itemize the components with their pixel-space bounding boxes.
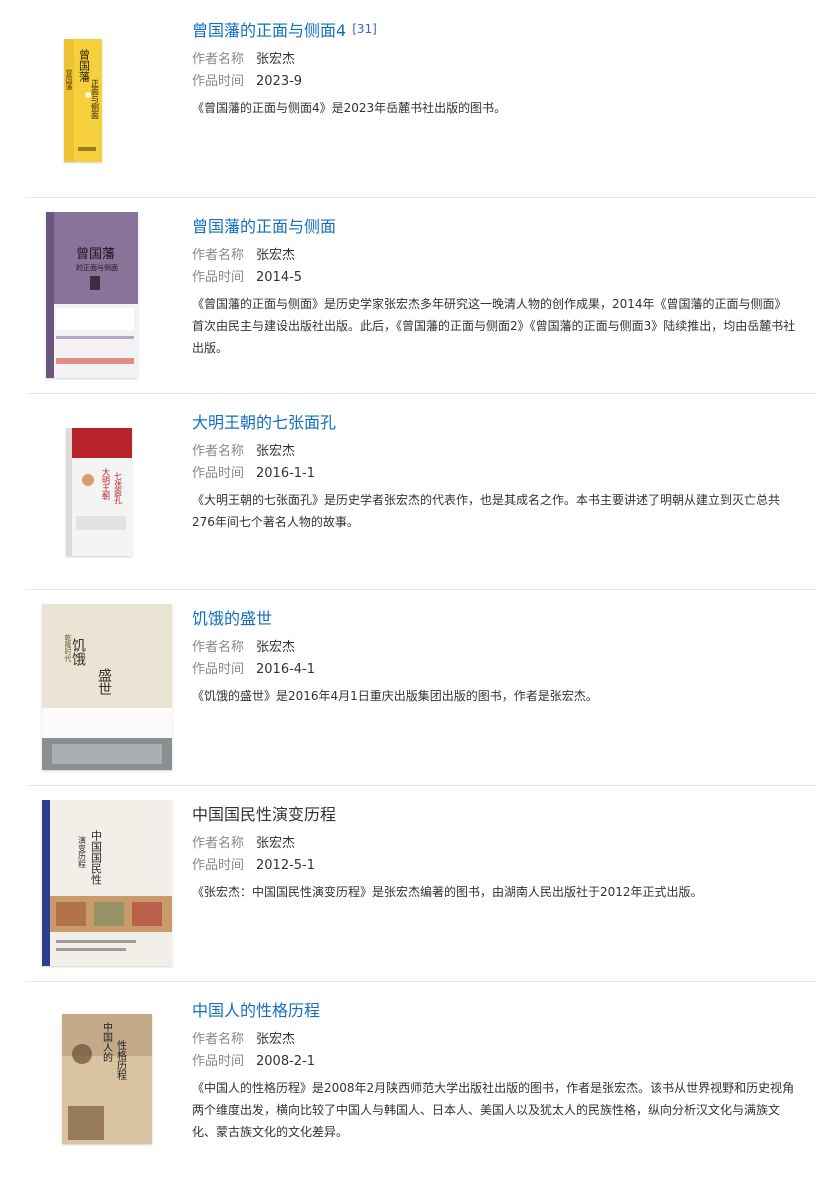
svg-text:的正面与侧面: 的正面与侧面 xyxy=(76,263,118,272)
book-title-link[interactable]: 曾国藩的正面与侧面 xyxy=(192,217,336,236)
author-value: 张宏杰 xyxy=(256,640,296,655)
svg-text:中国国民性: 中国国民性 xyxy=(90,830,103,886)
book-cover-art: 曾国藩 的正面与侧面 xyxy=(46,212,138,378)
list-item: 中国人的 性格历程 中国人的性格历程 作者名称 张宏杰 作品时间 2008-2-1 … xyxy=(26,982,816,1178)
author-row: 作者名称 张宏杰 xyxy=(192,50,295,70)
book-cover[interactable]: 中国国民性 演变历程 xyxy=(42,800,172,966)
svg-text:曾国藩: 曾国藩 xyxy=(65,68,73,91)
author-label: 作者名称 xyxy=(192,1032,245,1047)
author-label: 作者名称 xyxy=(192,248,245,263)
book-description: 《张宏杰：中国国民性演变历程》是张宏杰编著的图书，由湖南人民出版社于2012年正… xyxy=(192,885,703,899)
book-cover-art: 大明王朝 七张面孔 xyxy=(66,428,132,556)
time-label: 作品时间 xyxy=(192,270,245,285)
time-label: 作品时间 xyxy=(192,74,245,89)
book-cover[interactable]: 中国人的 性格历程 xyxy=(62,1014,152,1144)
book-title-link[interactable]: 曾国藩的正面与侧面4 xyxy=(192,21,346,40)
list-item: 大明王朝 七张面孔 大明王朝的七张面孔 作者名称 张宏杰 作品时间 2016-1-1… xyxy=(26,394,816,590)
title-row: 曾国藩的正面与侧面4 [31] xyxy=(192,20,377,42)
time-value: 2014-5 xyxy=(256,270,303,285)
author-row: 作者名称 张宏杰 xyxy=(192,1030,295,1050)
title-row: 中国国民性演变历程 xyxy=(192,804,336,826)
author-row: 作者名称 张宏杰 xyxy=(192,834,295,854)
author-row: 作者名称 张宏杰 xyxy=(192,246,295,266)
time-value: 2016-4-1 xyxy=(256,662,316,677)
author-value: 张宏杰 xyxy=(256,444,296,459)
time-value: 2012-5-1 xyxy=(256,858,316,873)
author-row: 作者名称 张宏杰 xyxy=(192,638,295,658)
book-description: 《曾国藩的正面与侧面4》是2023年岳麓书社出版的图书。 xyxy=(192,101,507,115)
book-cover-art: 中国人的 性格历程 xyxy=(62,1014,152,1144)
svg-text:正面与侧面: 正面与侧面 xyxy=(91,79,100,120)
title-row: 饥饿的盛世 xyxy=(192,608,272,630)
svg-text:盛世: 盛世 xyxy=(96,668,112,696)
author-value: 张宏杰 xyxy=(256,1032,296,1047)
book-title: 中国国民性演变历程 xyxy=(192,805,337,824)
book-cover-art: 乾隆时代 饥饿 盛世 xyxy=(42,604,172,770)
time-value: 2016-1-1 xyxy=(256,466,316,481)
author-label: 作者名称 xyxy=(192,640,245,655)
time-label: 作品时间 xyxy=(192,1054,245,1069)
time-label: 作品时间 xyxy=(192,466,245,481)
book-title-link[interactable]: 中国人的性格历程 xyxy=(192,1001,320,1020)
time-row: 作品时间 2023-9 xyxy=(192,72,302,92)
book-description: 《饥饿的盛世》是2016年4月1日重庆出版集团出版的图书，作者是张宏杰。 xyxy=(192,689,598,703)
author-value: 张宏杰 xyxy=(256,248,296,263)
book-cover-art: 中国国民性 演变历程 xyxy=(42,800,172,966)
svg-text:曾国藩: 曾国藩 xyxy=(78,48,91,82)
title-row: 中国人的性格历程 xyxy=(192,1000,320,1022)
time-row: 作品时间 2016-4-1 xyxy=(192,660,315,680)
svg-text:演变历程: 演变历程 xyxy=(78,835,87,869)
author-label: 作者名称 xyxy=(192,444,245,459)
book-cover-art: 曾国藩 曾国藩 正面与侧面 xyxy=(64,39,102,162)
book-description: 《中国人的性格历程》是2008年2月陕西师范大学出版社出版的图书，作者是张宏杰。… xyxy=(192,1081,795,1139)
time-row: 作品时间 2014-5 xyxy=(192,268,302,288)
time-value: 2023-9 xyxy=(256,74,303,89)
author-label: 作者名称 xyxy=(192,836,245,851)
book-cover[interactable]: 曾国藩 的正面与侧面 xyxy=(46,212,138,378)
time-label: 作品时间 xyxy=(192,662,245,677)
author-value: 张宏杰 xyxy=(256,52,296,67)
book-cover[interactable]: 曾国藩 曾国藩 正面与侧面 xyxy=(64,39,102,162)
svg-text:曾国藩: 曾国藩 xyxy=(76,247,115,262)
svg-text:饥饿: 饥饿 xyxy=(70,638,86,666)
svg-text:中国人的: 中国人的 xyxy=(101,1021,113,1063)
book-title-link[interactable]: 饥饿的盛世 xyxy=(192,609,272,628)
list-item: 曾国藩 曾国藩 正面与侧面 曾国藩的正面与侧面4 [31] 作者名称 张宏杰 作品时… xyxy=(26,2,816,198)
title-row: 大明王朝的七张面孔 xyxy=(192,412,336,434)
reference-marker[interactable]: [31] xyxy=(352,22,377,36)
list-item: 曾国藩 的正面与侧面 曾国藩的正面与侧面 作者名称 张宏杰 作品时间 2014-5 … xyxy=(26,198,816,394)
svg-text:大明王朝: 大明王朝 xyxy=(102,467,111,501)
time-row: 作品时间 2016-1-1 xyxy=(192,464,315,484)
author-value: 张宏杰 xyxy=(256,836,296,851)
list-item: 乾隆时代 饥饿 盛世 饥饿的盛世 作者名称 张宏杰 作品时间 2016-4-1 《饥… xyxy=(26,590,816,786)
svg-text:七张面孔: 七张面孔 xyxy=(114,472,123,505)
list-item: 中国国民性 演变历程 中国国民性演变历程 作者名称 张宏杰 作品时间 2012-5-… xyxy=(26,786,816,982)
book-title-link[interactable]: 大明王朝的七张面孔 xyxy=(192,413,336,432)
book-cover[interactable]: 乾隆时代 饥饿 盛世 xyxy=(42,604,172,770)
book-description: 《曾国藩的正面与侧面》是历史学家张宏杰多年研究这一晚清人物的创作成果，2014年… xyxy=(192,297,796,355)
author-label: 作者名称 xyxy=(192,52,245,67)
time-value: 2008-2-1 xyxy=(256,1054,316,1069)
author-row: 作者名称 张宏杰 xyxy=(192,442,295,462)
book-cover[interactable]: 大明王朝 七张面孔 xyxy=(66,428,132,556)
svg-text:性格历程: 性格历程 xyxy=(115,1039,127,1080)
book-description: 《大明王朝的七张面孔》是历史学者张宏杰的代表作，也是其成名之作。本书主要讲述了明… xyxy=(192,493,781,529)
time-label: 作品时间 xyxy=(192,858,245,873)
time-row: 作品时间 2012-5-1 xyxy=(192,856,315,876)
title-row: 曾国藩的正面与侧面 xyxy=(192,216,336,238)
time-row: 作品时间 2008-2-1 xyxy=(192,1052,315,1072)
